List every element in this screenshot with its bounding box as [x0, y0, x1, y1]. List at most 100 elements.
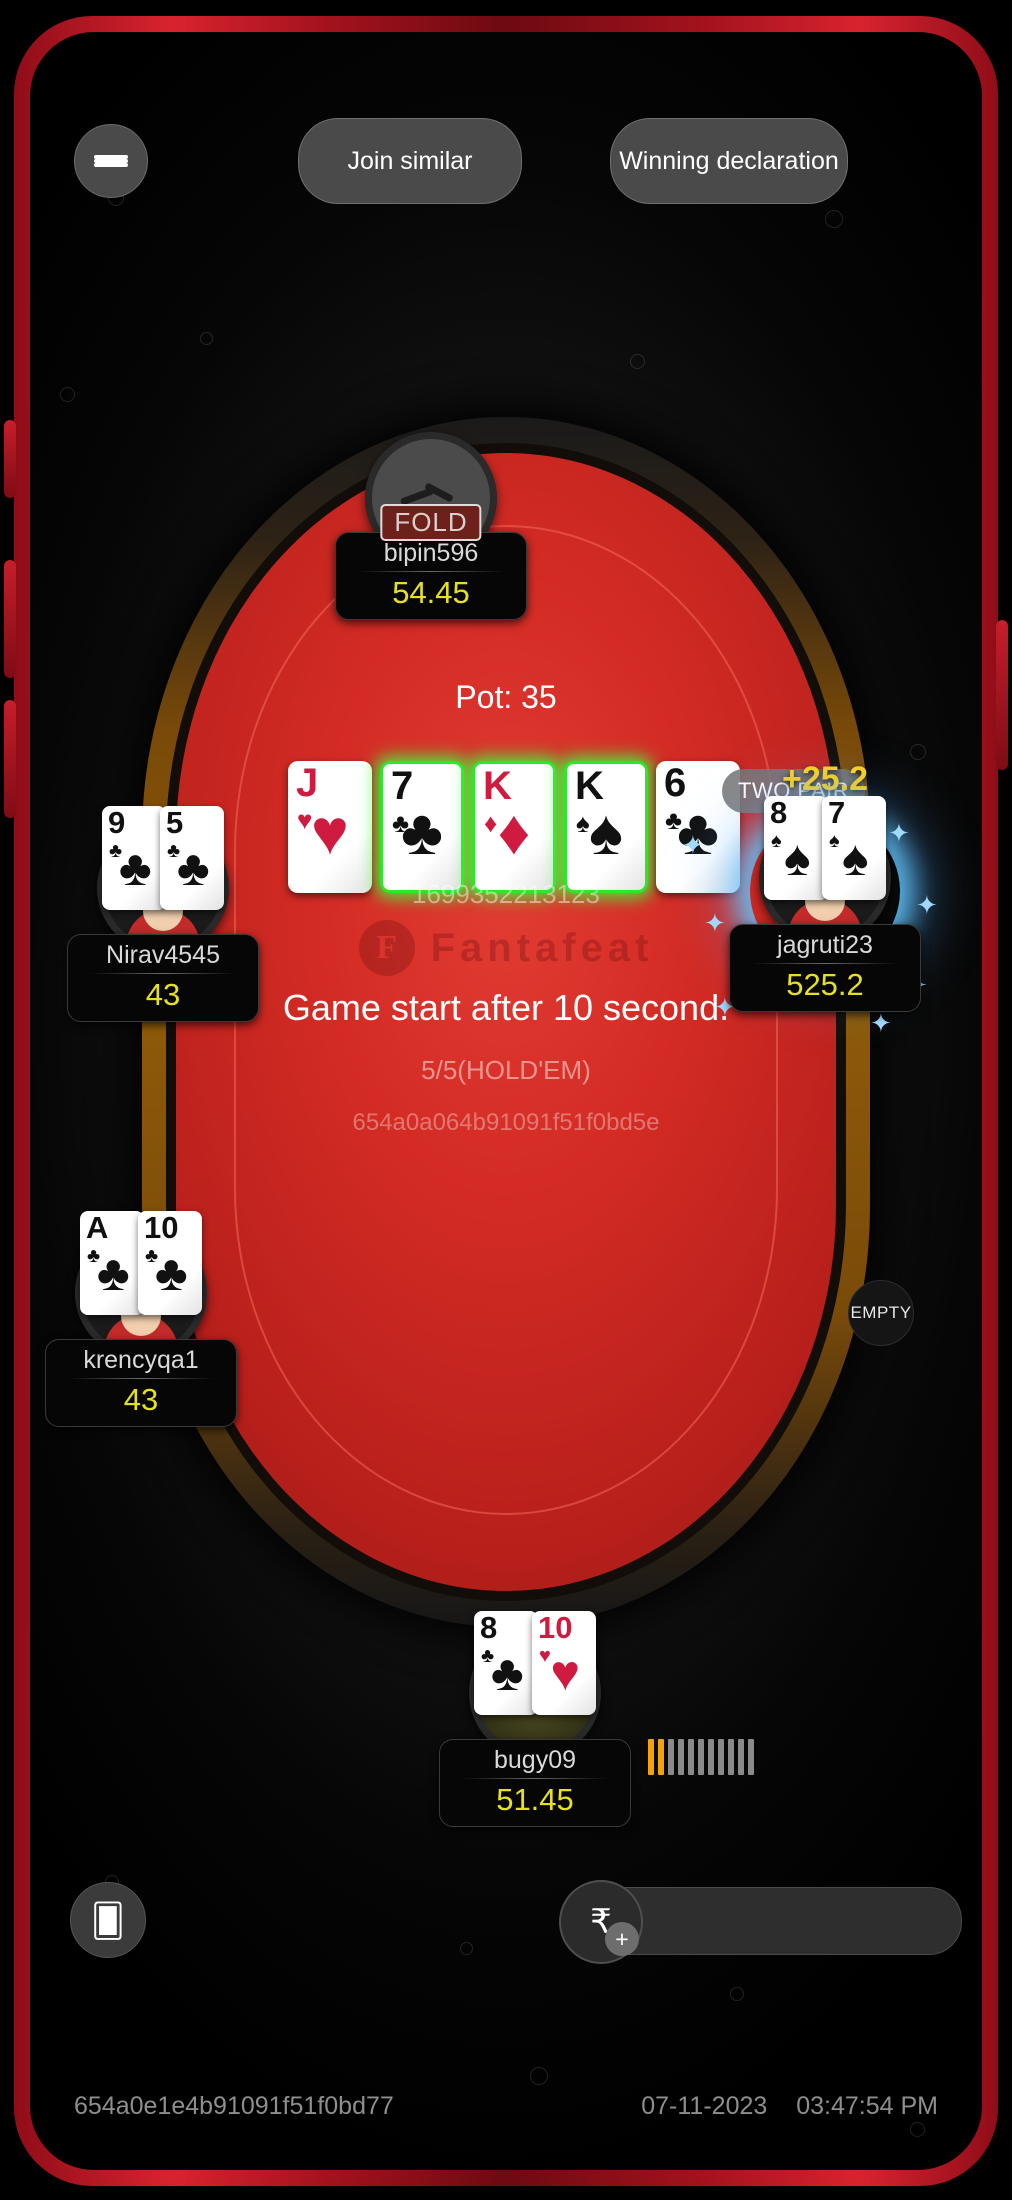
- sparkle-icon: ✦: [888, 818, 910, 848]
- timer-bar: [748, 1739, 754, 1775]
- bubble-decoration: [200, 332, 213, 345]
- hamburger-icon: [94, 155, 128, 167]
- player-chips: 43: [123, 1382, 159, 1417]
- card-suit-large: ♣: [677, 796, 719, 869]
- card-suit-large: ♥: [550, 1645, 581, 1702]
- status-badge-fold: FOLD: [380, 504, 482, 541]
- card-rank: A: [86, 1210, 109, 1245]
- nameplate-divider: [752, 963, 898, 964]
- player-chips: 51.45: [496, 1782, 574, 1817]
- card-suit-large: ♠: [589, 796, 623, 869]
- join-similar-label: Join similar: [347, 146, 473, 175]
- card-rank: 10: [144, 1210, 179, 1245]
- menu-button[interactable]: [74, 124, 148, 198]
- bet-panel[interactable]: ₹ +: [559, 1880, 962, 1964]
- card-suit-large: ♣: [118, 840, 152, 897]
- hole-card: 8 ♠ ♠: [764, 796, 828, 900]
- phone-frame: Join similar Winning declaration Pot: 35…: [0, 0, 1012, 2200]
- card-suit-large: ♣: [96, 1245, 130, 1302]
- player-seat-empty[interactable]: EMPTY: [848, 1280, 914, 1346]
- phone-button-power[interactable]: [996, 620, 1008, 770]
- player-nameplate: bipin596 54.45: [335, 532, 527, 621]
- timer-bar: [668, 1739, 674, 1775]
- nameplate-divider: [90, 973, 236, 974]
- nameplate-divider: [358, 571, 504, 572]
- card-rank: 9: [108, 805, 126, 840]
- footer-time: 03:47:54 PM: [796, 2091, 938, 2120]
- player-name: bugy09: [493, 1746, 577, 1774]
- card-rank: 10: [538, 1610, 573, 1645]
- card-rank: 5: [166, 805, 184, 840]
- hole-card: 10 ♥ ♥: [532, 1611, 596, 1715]
- community-card: K ♠ ♠: [564, 761, 648, 893]
- player-name: bipin596: [383, 539, 479, 567]
- hole-card: A ♣ ♣: [80, 1211, 144, 1315]
- bubble-decoration: [60, 387, 75, 402]
- timer-bar: [718, 1739, 724, 1775]
- hole-card: 9 ♣ ♣: [102, 806, 166, 910]
- timer-bar: [708, 1739, 714, 1775]
- card-rank: 7: [828, 795, 846, 830]
- card-suit-large: ♦: [497, 796, 531, 869]
- timer-bar: [728, 1739, 734, 1775]
- winning-declaration-button[interactable]: Winning declaration: [610, 118, 848, 204]
- table-id: 654a0a064b91091f51f0bd5e: [352, 1109, 660, 1136]
- card-suit-large: ♥: [311, 796, 349, 869]
- card-suit-small: ♠: [829, 830, 840, 852]
- timer-bar: [688, 1739, 694, 1775]
- card-suit-large: ♠: [841, 830, 869, 887]
- card-suit-small: ♠: [771, 830, 782, 852]
- hole-card: 5 ♣ ♣: [160, 806, 224, 910]
- phone-button-silent[interactable]: [4, 420, 16, 498]
- sparkle-icon: ✦: [916, 890, 938, 920]
- player-nameplate: krencyqa1 43: [45, 1339, 237, 1428]
- bubble-decoration: [630, 354, 645, 369]
- turn-timer-bars: [648, 1739, 754, 1775]
- community-cards: J ♥ ♥ 7 ♣ ♣ K ♦ ♦ K ♠ ♠ 6 ♣ ♣: [288, 761, 740, 893]
- card-suit-small: ♦: [484, 808, 498, 838]
- sparkle-icon: ✦: [870, 1008, 892, 1038]
- bubble-decoration: [910, 744, 926, 760]
- card-suit-large: ♣: [401, 796, 443, 869]
- player-chips: 43: [145, 977, 181, 1012]
- player-name: krencyqa1: [83, 1346, 199, 1374]
- footer-datetime: 07-11-2023 03:47:54 PM: [619, 2092, 938, 2121]
- hole-cards: 9 ♣ ♣ 5 ♣ ♣: [102, 806, 224, 910]
- show-cards-button[interactable]: 🂠: [70, 1882, 146, 1958]
- card-suit-small: ♥: [539, 1645, 551, 1667]
- blinds-label: 5/5(HOLD'EM): [421, 1055, 591, 1085]
- player-chips: 54.45: [392, 575, 470, 610]
- timer-bar: [678, 1739, 684, 1775]
- card-suit-large: ♣: [176, 840, 210, 897]
- winning-declaration-label: Winning declaration: [619, 146, 839, 175]
- community-card: J ♥ ♥: [288, 761, 372, 893]
- session-id: 654a0e1e4b91091f51f0bd77: [74, 2091, 394, 2120]
- phone-button-volume-down[interactable]: [4, 700, 16, 818]
- fantafeat-logo-text: Fantafeat: [430, 925, 654, 970]
- join-similar-button[interactable]: Join similar: [298, 118, 522, 204]
- timer-bar: [698, 1739, 704, 1775]
- card-suit-large: ♣: [154, 1245, 188, 1302]
- hole-cards: 8 ♣ ♣ 10 ♥ ♥: [474, 1611, 596, 1715]
- nameplate-divider: [462, 1778, 608, 1779]
- pot-display: Pot: 35: [455, 679, 557, 715]
- player-nameplate: Nirav4545 43: [67, 934, 259, 1023]
- timer-bar: [648, 1739, 654, 1775]
- nameplate-divider: [68, 1378, 214, 1379]
- hole-card: 8 ♣ ♣: [474, 1611, 538, 1715]
- add-chips-button[interactable]: ₹ +: [559, 1880, 643, 1964]
- community-card: 7 ♣ ♣: [380, 761, 464, 893]
- hole-card: 7 ♠ ♠: [822, 796, 886, 900]
- card-suit-small: ♠: [576, 808, 590, 838]
- hole-cards: 8 ♠ ♠ 7 ♠ ♠: [764, 796, 886, 900]
- footer: 654a0e1e4b91091f51f0bd77 07-11-2023 03:4…: [30, 2086, 982, 2126]
- cards-icon: 🂠: [91, 1901, 125, 1939]
- bubble-decoration: [730, 1987, 744, 2001]
- player-nameplate: jagruti23 525.2: [729, 924, 921, 1013]
- top-toolbar: Join similar Winning declaration: [30, 118, 982, 218]
- phone-button-volume-up[interactable]: [4, 560, 16, 678]
- footer-date: 07-11-2023: [641, 2091, 768, 2120]
- hole-cards: A ♣ ♣ 10 ♣ ♣: [80, 1211, 202, 1315]
- card-rank: 8: [770, 795, 788, 830]
- card-suit-large: ♠: [783, 830, 811, 887]
